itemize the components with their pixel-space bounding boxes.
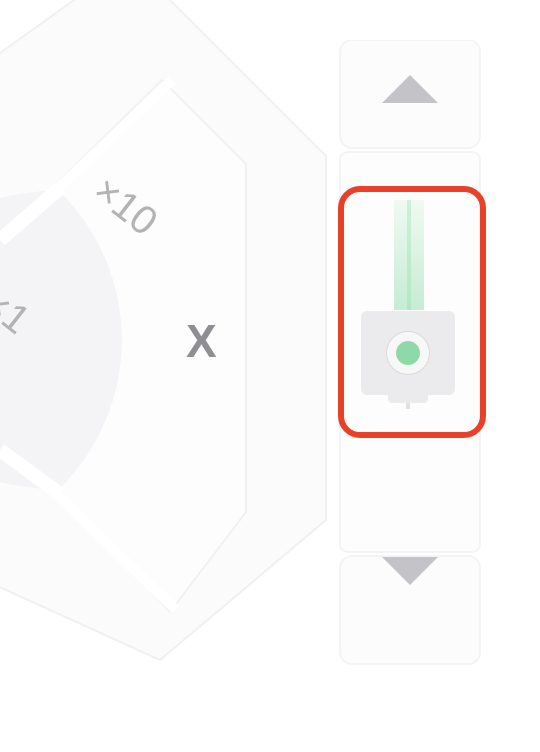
axis-label: X bbox=[186, 315, 217, 367]
highlight-box bbox=[338, 186, 486, 438]
jog-dial: ×10 ×1 X bbox=[0, 0, 330, 752]
triangle-up-icon bbox=[382, 75, 438, 103]
z-up-button[interactable] bbox=[338, 40, 482, 140]
triangle-down-icon bbox=[382, 557, 438, 585]
z-down-button[interactable] bbox=[338, 520, 482, 620]
